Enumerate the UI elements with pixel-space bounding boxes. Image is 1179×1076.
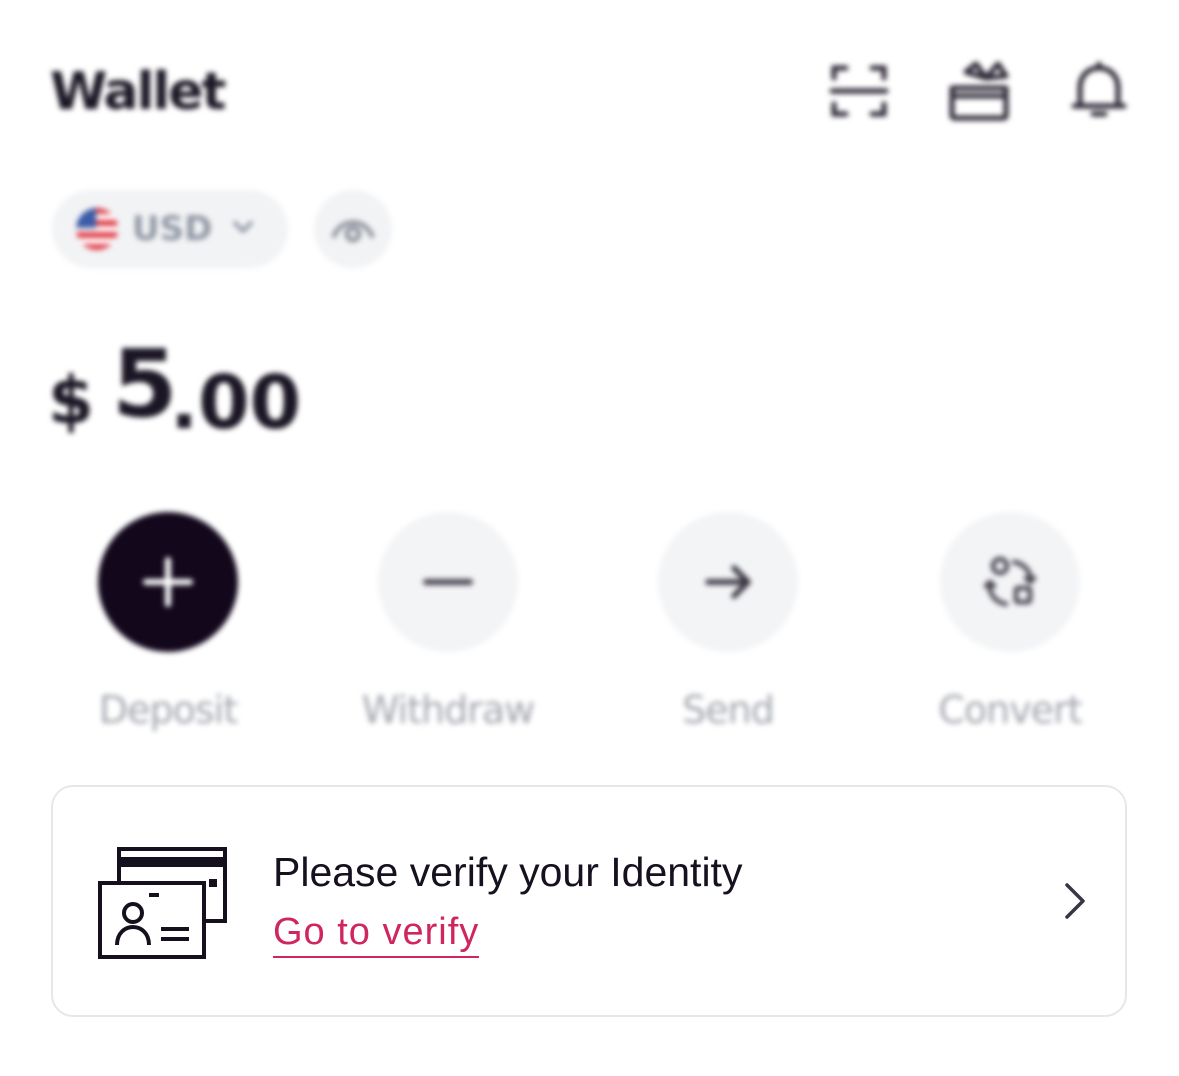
- convert-label: Convert: [938, 688, 1082, 732]
- go-to-verify-link[interactable]: Go to verify: [273, 911, 480, 958]
- eye-icon: [331, 220, 375, 243]
- id-card-icon: [97, 845, 231, 961]
- gift-icon[interactable]: [948, 60, 1010, 122]
- minus-icon: [423, 579, 473, 585]
- balance-symbol: $: [48, 362, 94, 439]
- send-circle[interactable]: [658, 512, 798, 652]
- balance-decimal: .00: [170, 360, 302, 446]
- chevron-right-icon[interactable]: [1059, 881, 1089, 921]
- toggle-balance-visibility-button[interactable]: [314, 190, 392, 268]
- arrow-right-icon: [705, 565, 751, 599]
- page-title: Wallet: [50, 62, 226, 122]
- balance-integer: 5: [112, 330, 178, 439]
- deposit-label: Deposit: [98, 688, 238, 732]
- withdraw-button[interactable]: Withdraw: [348, 512, 548, 732]
- scan-icon[interactable]: [828, 60, 890, 122]
- header: Wallet: [0, 0, 1179, 180]
- send-button[interactable]: Send: [628, 512, 828, 732]
- chevron-down-icon: [230, 214, 256, 240]
- withdraw-circle[interactable]: [378, 512, 518, 652]
- bell-icon[interactable]: [1068, 60, 1130, 122]
- us-flag-icon: [76, 208, 118, 250]
- plus-icon: [143, 557, 193, 607]
- verify-title: Please verify your Identity: [273, 849, 743, 895]
- convert-icon: [983, 556, 1037, 607]
- convert-circle[interactable]: [940, 512, 1080, 652]
- deposit-circle[interactable]: [98, 512, 238, 652]
- send-label: Send: [682, 688, 775, 732]
- currency-selector[interactable]: USD: [52, 190, 288, 268]
- currency-code: USD: [132, 209, 213, 249]
- convert-button[interactable]: Convert: [910, 512, 1110, 732]
- withdraw-label: Withdraw: [361, 688, 535, 732]
- verify-identity-card[interactable]: Please verify your Identity Go to verify: [51, 785, 1127, 1017]
- deposit-button[interactable]: Deposit: [68, 512, 268, 732]
